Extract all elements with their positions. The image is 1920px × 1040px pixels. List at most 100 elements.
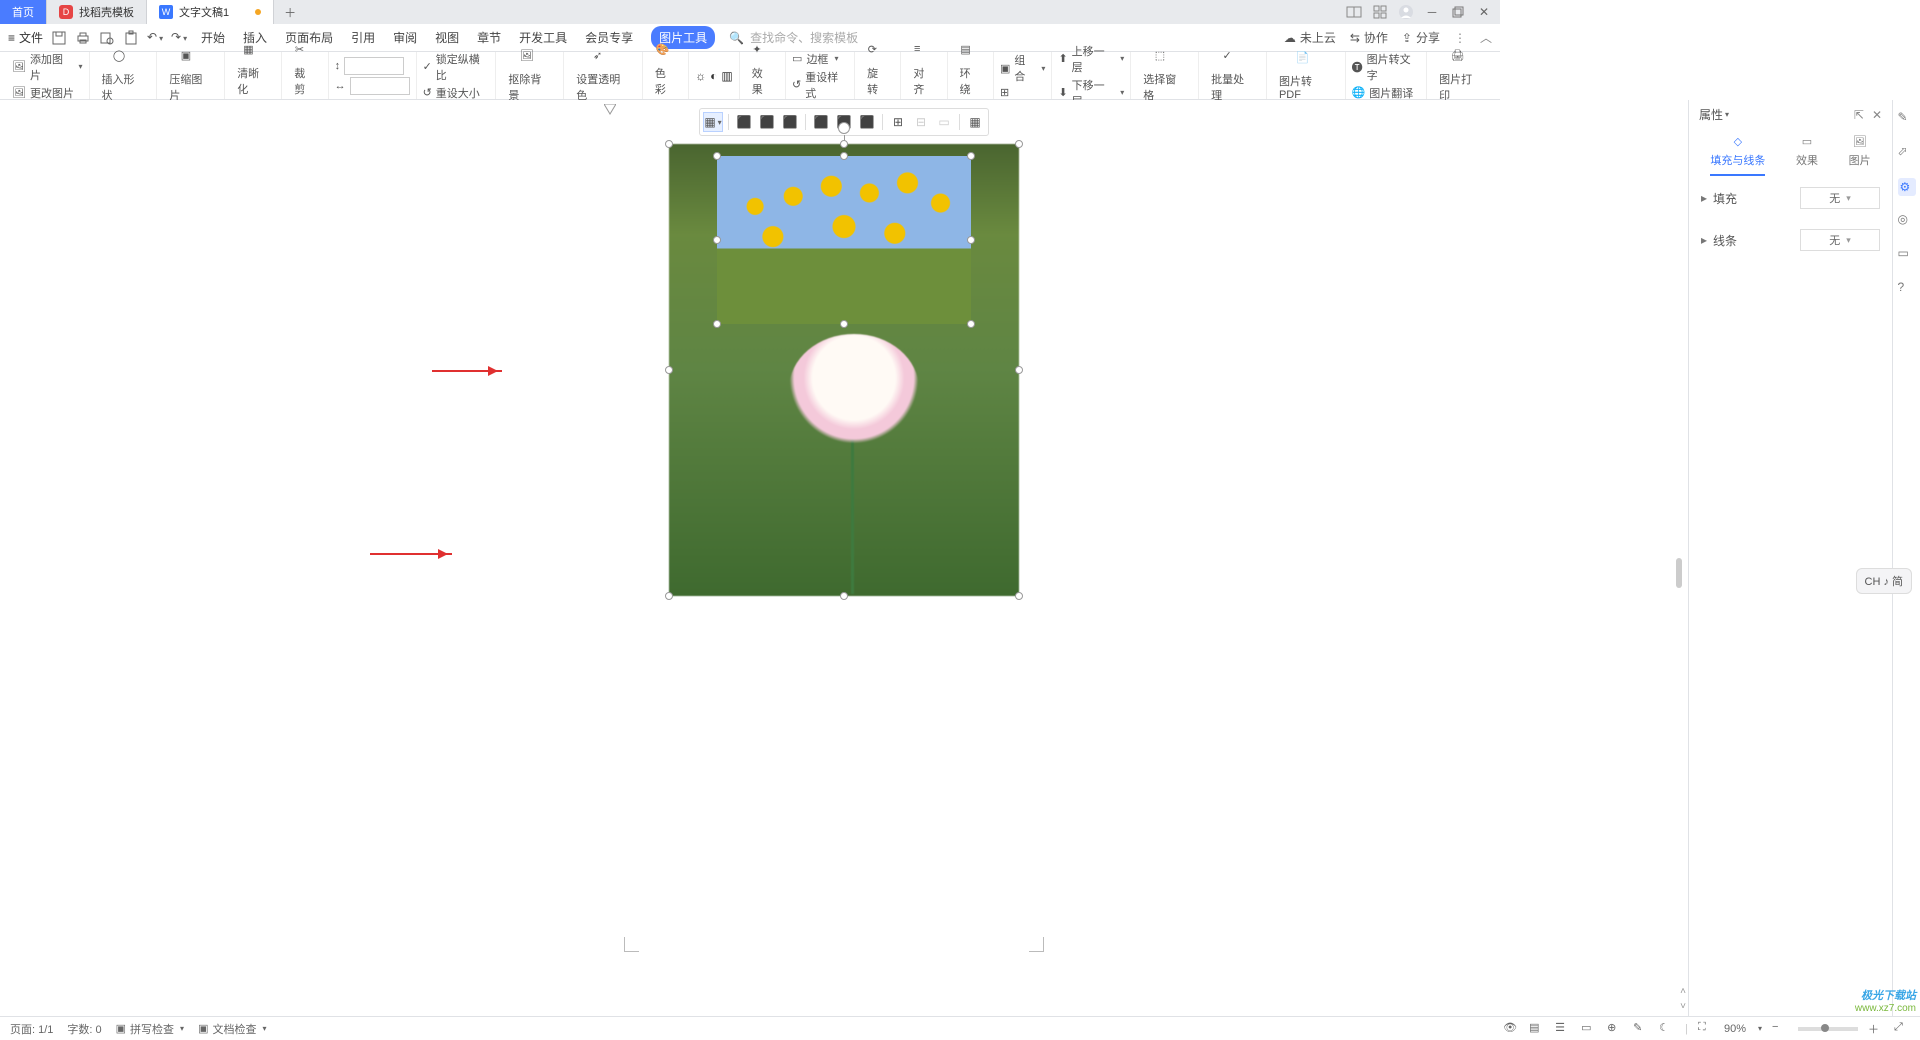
reset-size-button[interactable]: ↺重设大小 [423, 85, 490, 101]
batch-button[interactable]: ✓批量处理 [1205, 47, 1260, 105]
resize-handle[interactable] [665, 140, 673, 148]
resize-handle[interactable] [665, 592, 673, 600]
resize-handle[interactable] [1015, 592, 1023, 600]
border-button[interactable]: ▭边框▾ [792, 51, 848, 67]
tab-reference[interactable]: 引用 [351, 29, 375, 46]
insert-shape-button[interactable]: ◯插入形状 [96, 47, 151, 105]
align-right-button[interactable]: ⬛ [780, 112, 800, 132]
resize-handle[interactable] [967, 152, 975, 160]
resize-handle[interactable] [1015, 140, 1023, 148]
tab-member[interactable]: 会员专享 [585, 29, 633, 46]
file-menu[interactable]: ≡ 文件 [8, 29, 43, 46]
minimize-button[interactable]: ─ [1424, 4, 1440, 20]
layout-options-button[interactable]: ▦▾ [703, 112, 723, 132]
recolor-icon[interactable]: ▥ [721, 69, 732, 83]
tab-review[interactable]: 审阅 [393, 29, 417, 46]
resize-handle[interactable] [840, 140, 848, 148]
width-input[interactable] [350, 77, 410, 95]
more-layout-button[interactable]: ▦ [965, 112, 985, 132]
change-image-button[interactable]: 🖼更改图片 [12, 85, 83, 101]
cloud-status[interactable]: ☁未上云 [1284, 29, 1336, 46]
align-top-button[interactable]: ⬛ [811, 112, 831, 132]
rail-select-icon[interactable]: ⬀ [1898, 144, 1916, 162]
resize-handle[interactable] [967, 320, 975, 328]
lock-ratio-checkbox[interactable]: ✓锁定纵横比 [423, 51, 490, 83]
doc-check-toggle[interactable]: ▣文档检查▾ [198, 1021, 266, 1037]
zoom-in-button[interactable]: ＋ [1868, 1021, 1884, 1037]
tab-dev[interactable]: 开发工具 [519, 29, 567, 46]
fill-section[interactable]: ▸ 填充 无 [1689, 177, 1892, 219]
translate-button[interactable]: 🌐图片翻译 [1352, 85, 1421, 101]
user-avatar-icon[interactable] [1398, 4, 1414, 20]
image-lotus[interactable] [669, 144, 1019, 596]
compress-image-button[interactable]: ▣压缩图片 [163, 47, 218, 105]
height-input[interactable] [344, 57, 404, 75]
web-view-icon[interactable]: ▭ [1581, 1021, 1597, 1037]
print-image-button[interactable]: 🖨图片打印 [1433, 47, 1488, 105]
tab-home[interactable]: 首页 [0, 0, 47, 24]
resize-handle[interactable] [713, 236, 721, 244]
undo-icon[interactable]: ↶▾ [147, 30, 163, 46]
zoom-slider[interactable] [1798, 1027, 1858, 1031]
resize-handle[interactable] [713, 320, 721, 328]
ime-indicator[interactable]: CH ♪ 简 [1856, 568, 1913, 594]
maximize-button[interactable] [1450, 4, 1466, 20]
line-select[interactable]: 无 [1800, 229, 1880, 251]
to-text-button[interactable]: 🅣图片转文字 [1352, 51, 1421, 83]
reading-view-icon[interactable]: ⊕ [1607, 1021, 1623, 1037]
save-icon[interactable] [51, 30, 67, 46]
align-bottom-button[interactable]: ⬛ [857, 112, 877, 132]
brightness-icon[interactable]: ☼ [695, 69, 706, 83]
selection-pane-button[interactable]: ⬚选择窗格 [1137, 47, 1192, 105]
scroll-down-icon[interactable]: ˅ [1680, 1001, 1686, 1012]
tab-fill-line[interactable]: ◇填充与线条 [1710, 135, 1765, 176]
tab-picture[interactable]: 🖼图片 [1849, 135, 1871, 176]
tab-templates[interactable]: D 找稻壳模板 [47, 0, 147, 24]
tab-section[interactable]: 章节 [477, 29, 501, 46]
spell-check-toggle[interactable]: ▣拼写检查▾ [116, 1021, 184, 1037]
rail-material-icon[interactable]: ◎ [1898, 212, 1916, 230]
bring-forward-button[interactable]: ⬆上移一层▾ [1058, 43, 1124, 75]
reading-mode-icon[interactable] [1346, 4, 1362, 20]
fit-icon[interactable]: ⛶ [1698, 1021, 1714, 1037]
tab-effect[interactable]: ▭效果 [1796, 135, 1818, 176]
share-button[interactable]: ⇪分享 [1402, 29, 1440, 46]
tab-view[interactable]: 视图 [435, 29, 459, 46]
print-preview-icon[interactable] [99, 30, 115, 46]
rail-properties-icon[interactable]: ⚙ [1898, 178, 1916, 196]
focus-view-icon[interactable]: ✎ [1633, 1021, 1649, 1037]
pin-panel-icon[interactable]: ⇱ [1854, 108, 1864, 122]
group-button[interactable]: ▣组合▾ [1000, 52, 1045, 84]
more-menu-icon[interactable]: ⋮ [1454, 31, 1466, 45]
fill-select[interactable]: 无 [1800, 187, 1880, 209]
vertical-scrollbar[interactable] [1676, 100, 1686, 1016]
resize-handle[interactable] [840, 152, 848, 160]
word-count[interactable]: 字数: 0 [67, 1021, 101, 1037]
redo-icon[interactable]: ↷▾ [171, 30, 187, 46]
outline-view-icon[interactable]: ☰ [1555, 1021, 1571, 1037]
contrast-icon[interactable]: ◐ [710, 69, 717, 83]
page-view-icon[interactable]: ▤ [1529, 1021, 1545, 1037]
distribute-icon[interactable]: ⊞ [1000, 86, 1045, 99]
document-canvas[interactable]: ▦▾ ⬛ ⬛ ⬛ ⬛ ⬛ ⬛ ⊞ ⊟ ▭ ▦ ˄˅ [0, 100, 1688, 1016]
resize-handle[interactable] [967, 236, 975, 244]
close-button[interactable]: ✕ [1476, 4, 1492, 20]
page-indicator[interactable]: 页面: 1/1 [10, 1021, 53, 1037]
resize-handle[interactable] [665, 366, 673, 374]
transparent-color-button[interactable]: ➶设置透明色 [570, 47, 636, 105]
scroll-up-icon[interactable]: ˄ [1680, 986, 1686, 997]
print-icon[interactable] [75, 30, 91, 46]
to-pdf-button[interactable]: 📄图片转PDF [1273, 49, 1339, 103]
zoom-out-button[interactable]: − [1772, 1021, 1788, 1037]
resize-handle[interactable] [840, 592, 848, 600]
eye-mode-icon[interactable]: 👁 [1503, 1021, 1519, 1037]
night-mode-icon[interactable]: ☾ [1659, 1021, 1675, 1037]
align-left-button[interactable]: ⬛ [734, 112, 754, 132]
rail-style-icon[interactable]: ✎ [1898, 110, 1916, 128]
paste-icon[interactable] [123, 30, 139, 46]
distribute-h-button[interactable]: ⊞ [888, 112, 908, 132]
zoom-level[interactable]: 90% [1724, 1023, 1746, 1035]
collab-button[interactable]: ⇆协作 [1350, 29, 1388, 46]
fullscreen-icon[interactable]: ⤢ [1894, 1021, 1910, 1037]
tab-start[interactable]: 开始 [201, 29, 225, 46]
